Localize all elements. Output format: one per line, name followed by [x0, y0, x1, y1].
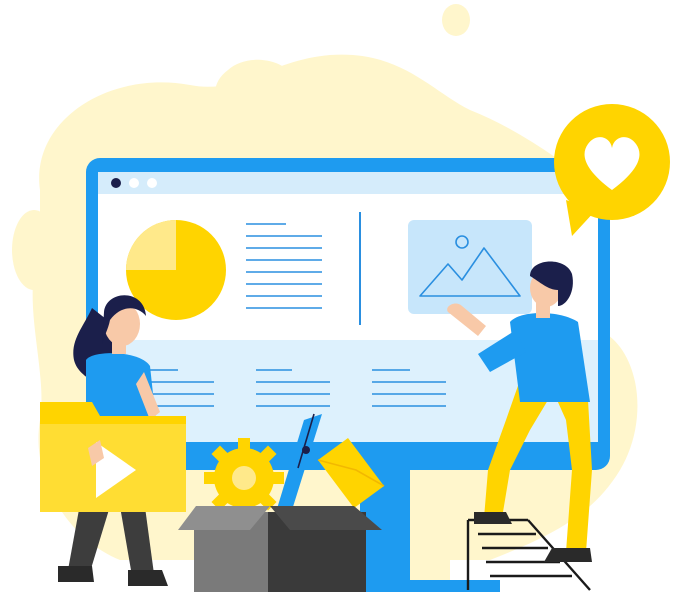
illustration-scene	[12, 4, 670, 592]
window-controls-icon	[111, 178, 157, 188]
image-placeholder-icon	[408, 220, 532, 314]
heart-bubble	[554, 104, 670, 236]
